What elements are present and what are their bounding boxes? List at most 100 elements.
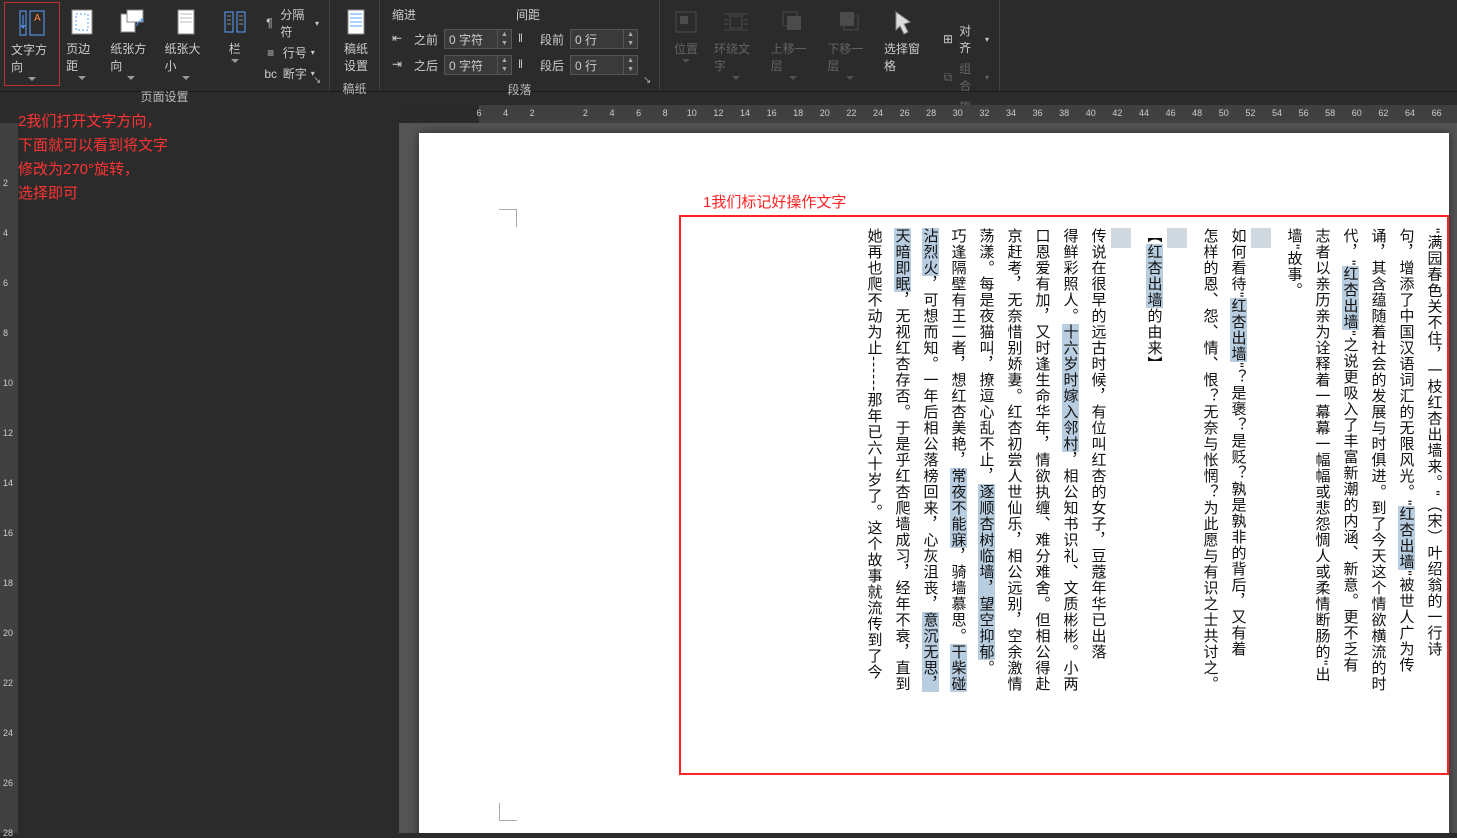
ruler-tick: 20 [3,628,13,638]
space-after-icon: ‖ [518,57,534,73]
indent-after-spinner[interactable]: 0 字符▲▼ [444,55,512,75]
columns-label: 栏 [229,40,241,57]
ruler-tick: 46 [1166,108,1176,118]
ruler-tick: 66 [1432,108,1442,118]
ruler-tick: 20 [820,108,830,118]
ruler-tick: 16 [3,528,13,538]
spinner-down-icon[interactable]: ▼ [497,39,511,48]
indent-after-label: 之后 [414,57,438,74]
text-column[interactable]: 句，增添了中国汉语词汇的无限风光。"红杏出墙"被世人广为传 [1391,228,1420,673]
text-column[interactable]: 得鲜彩照人。十六岁时嫁入邻村，相公知书识礼、文质彬彬。小两 [1055,228,1084,692]
ruler-tick: 56 [1299,108,1309,118]
page-setup-dialog-launcher[interactable]: ↘ [313,75,325,87]
margins-icon [66,6,98,38]
document-viewport[interactable]: 1我们标记好操作文字 "满园春色关不住，一枝红杏出墙来。"（宋）叶绍翁的一行诗句… [399,123,1457,833]
ruler-tick: 54 [1272,108,1282,118]
text-column[interactable] [1251,228,1271,248]
paragraph-section-label: 段落 [384,79,655,102]
text-column[interactable]: 怎样的恩、怨、情、恨？无奈与怅惘？为此愿与有识之士共讨之。 [1195,228,1224,692]
annotation-1: 1我们标记好操作文字 [703,191,846,212]
bring-forward-icon [777,6,809,38]
text-column[interactable]: 传说在很早的远古时候，有位叫红杏的女子，豆蔻年华已出落 [1083,228,1112,660]
align-button[interactable]: ⊞对齐▾ [941,22,989,56]
text-direction-icon: A [16,7,48,39]
ruler-tick: 26 [3,778,13,788]
indent-right-icon: ⇥ [392,57,408,73]
ruler-tick: 50 [1219,108,1229,118]
indent-left-icon: ⇤ [392,31,408,47]
ruler-tick: 14 [3,478,13,488]
hyphenation-button[interactable]: bc断字▾ [263,65,319,82]
position-icon [670,6,702,38]
ruler-tick: 16 [767,108,777,118]
line-numbers-button[interactable]: ≡行号▾ [263,44,319,61]
text-column[interactable]: 荡漾。每是夜猫叫，撩逗心乱不止，逐顺杏树临墙，望空抑郁。 [971,228,1000,676]
text-column[interactable]: 【红杏出墙的由来】 [1139,228,1168,372]
chevron-down-icon [182,76,190,80]
text-column[interactable]: 沾烈火，可想而知。一年后相公落榜回来，心灰沮丧，意沉无思， [915,228,944,692]
ruler-tick: 6 [476,108,481,118]
margins-button[interactable]: 页边距 [60,2,104,86]
svg-text:A: A [34,13,41,24]
text-direction-button[interactable]: A 文字方向 [4,2,60,86]
ruler-tick: 4 [3,228,8,238]
ruler-tick: 2 [530,108,535,118]
text-column[interactable]: 巧逢隔壁有王二者，想红杏美艳，常夜不能寐，骑墙慕思。干柴碰 [943,228,972,692]
spacing-header: 间距 [516,6,540,23]
ruler-tick: 10 [3,378,13,388]
ruler-tick: 24 [873,108,883,118]
ruler-tick: 8 [663,108,668,118]
text-column[interactable]: 天暗即眠，无视红杏存否。于是乎红杏爬墙成习，经年不衰，直到 [887,228,916,692]
document-page[interactable]: 1我们标记好操作文字 "满园春色关不住，一枝红杏出墙来。"（宋）叶绍翁的一行诗句… [419,133,1449,833]
spinner-up-icon[interactable]: ▲ [497,30,511,39]
paper-size-button[interactable]: 纸张大小 [158,2,212,86]
ruler-tick: 58 [1325,108,1335,118]
columns-icon [219,6,251,38]
chevron-down-icon [28,77,36,81]
vertical-ruler[interactable]: 246810121416182022242628 [0,123,18,833]
indent-before-spinner[interactable]: 0 字符▲▼ [444,29,512,49]
text-column[interactable]: 诵，其含蕴随着社会的发展与时俱进。到了今天这个情欲横流的时 [1363,228,1392,692]
ruler-tick: 34 [1006,108,1016,118]
text-column[interactable]: 如何看待"红杏出墙"？是褒？是贬？孰是孰非的背后，又有着 [1223,228,1252,657]
ruler-tick: 44 [1139,108,1149,118]
space-before-icon: ‖ [518,31,534,47]
text-column[interactable]: 口恩爱有加，又时逢生命华年，情欲执缠、难分难舍。但相公得赴 [1027,228,1056,692]
manuscript-settings-button[interactable]: 稿纸 设置 [334,2,378,78]
text-column[interactable]: 京赶考，无奈惜别娇妻。红杏初尝人世仙乐，相公远别，空余激情 [999,228,1028,692]
text-column[interactable] [1167,228,1187,248]
text-column[interactable] [1111,228,1131,248]
ruler-tick: 6 [636,108,641,118]
text-column[interactable]: 志者以亲历亲为诠释着一幕幕一幅幅或悲怨惆人或柔情断肠的"出 [1307,228,1336,682]
text-column[interactable]: "满园春色关不住，一枝红杏出墙来。"（宋）叶绍翁的一行诗 [1419,228,1448,657]
page-setup-section-label: 页面设置 [4,86,325,109]
ruler-tick: 52 [1245,108,1255,118]
wrap-text-icon [720,6,752,38]
text-column[interactable]: 她再也爬不动为止------那年已六十岁了。这个故事就流传到了今 [859,228,888,680]
space-before-spinner[interactable]: 0 行▲▼ [570,29,638,49]
ruler-tick: 30 [953,108,963,118]
orientation-label: 纸张方向 [110,40,152,74]
ruler-tick: 28 [926,108,936,118]
breaks-button[interactable]: ¶分隔符▾ [263,6,319,40]
ruler-tick: 18 [3,578,13,588]
annotation-2: 2我们打开文字方向， 下面就可以看到将文字 修改为270°旋转， 选择即可 [18,110,168,206]
send-backward-icon [834,6,866,38]
text-column[interactable]: 代，"红杏出墙"之说更吸入了丰富新潮的内涵、新意。更不乏有 [1335,228,1364,673]
ruler-tick: 26 [900,108,910,118]
indent-header: 缩进 [392,6,416,23]
paper-size-label: 纸张大小 [164,40,206,74]
ruler-tick: 48 [1192,108,1202,118]
paragraph-dialog-launcher[interactable]: ↘ [643,75,655,87]
orientation-icon [115,6,147,38]
ruler-tick: 4 [503,108,508,118]
orientation-button[interactable]: 纸张方向 [104,2,158,86]
ruler-tick: 32 [979,108,989,118]
ruler-tick: 10 [687,108,697,118]
ruler-tick: 2 [583,108,588,118]
text-column[interactable]: 墙"故事。 [1279,228,1308,298]
space-after-spinner[interactable]: 0 行▲▼ [570,55,638,75]
columns-button[interactable]: 栏 [213,2,257,86]
horizontal-ruler[interactable]: 6422468101214161820222426283032343638404… [399,105,1457,123]
ruler-tick: 42 [1112,108,1122,118]
